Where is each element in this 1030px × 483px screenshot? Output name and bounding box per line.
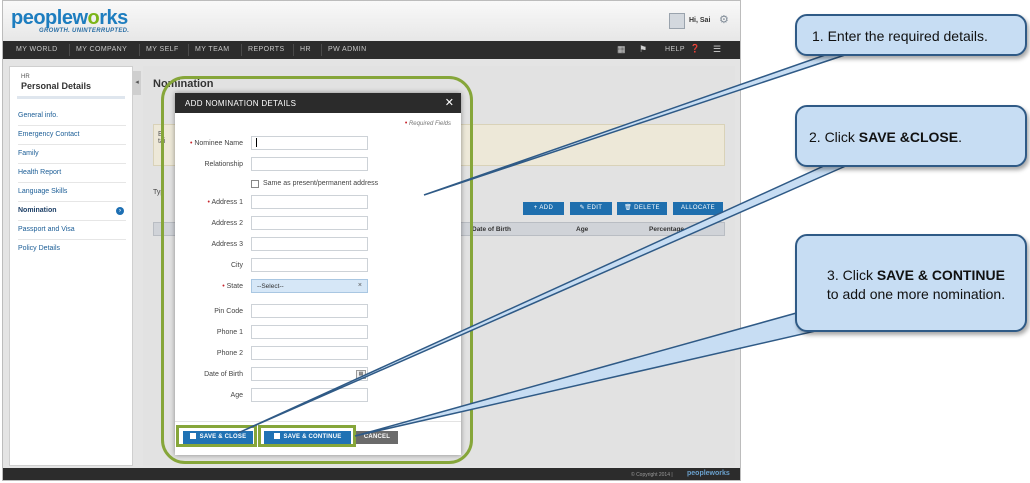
callout-1-pointer bbox=[423, 53, 849, 196]
callout-step-1: 1. Enter the required details. bbox=[795, 14, 1027, 56]
callout-3-pointer bbox=[354, 311, 822, 437]
callout-3-text: 3. Click SAVE & CONTINUE to add one more … bbox=[809, 266, 1023, 304]
callout-3-prefix: 3. Click bbox=[827, 267, 877, 283]
callout-3-bold: SAVE & CONTINUE bbox=[876, 267, 1005, 283]
callout-1-text: 1. Enter the required details. bbox=[812, 28, 988, 44]
callout-2-prefix: 2. Click bbox=[809, 129, 859, 145]
callout-step-3: 3. Click SAVE & CONTINUE to add one more … bbox=[795, 234, 1027, 332]
callout-2-suffix: . bbox=[958, 129, 962, 145]
tutorial-stage: peopleworks GROWTH. UNINTERRUPTED. Hi, S… bbox=[0, 0, 1030, 483]
callout-step-2: 2. Click SAVE &CLOSE. bbox=[795, 105, 1027, 167]
callout-2-text: 2. Click SAVE &CLOSE. bbox=[809, 129, 962, 145]
callout-3-line2: to add one more nomination. bbox=[826, 286, 1006, 302]
callout-2-bold: SAVE &CLOSE bbox=[858, 129, 959, 145]
